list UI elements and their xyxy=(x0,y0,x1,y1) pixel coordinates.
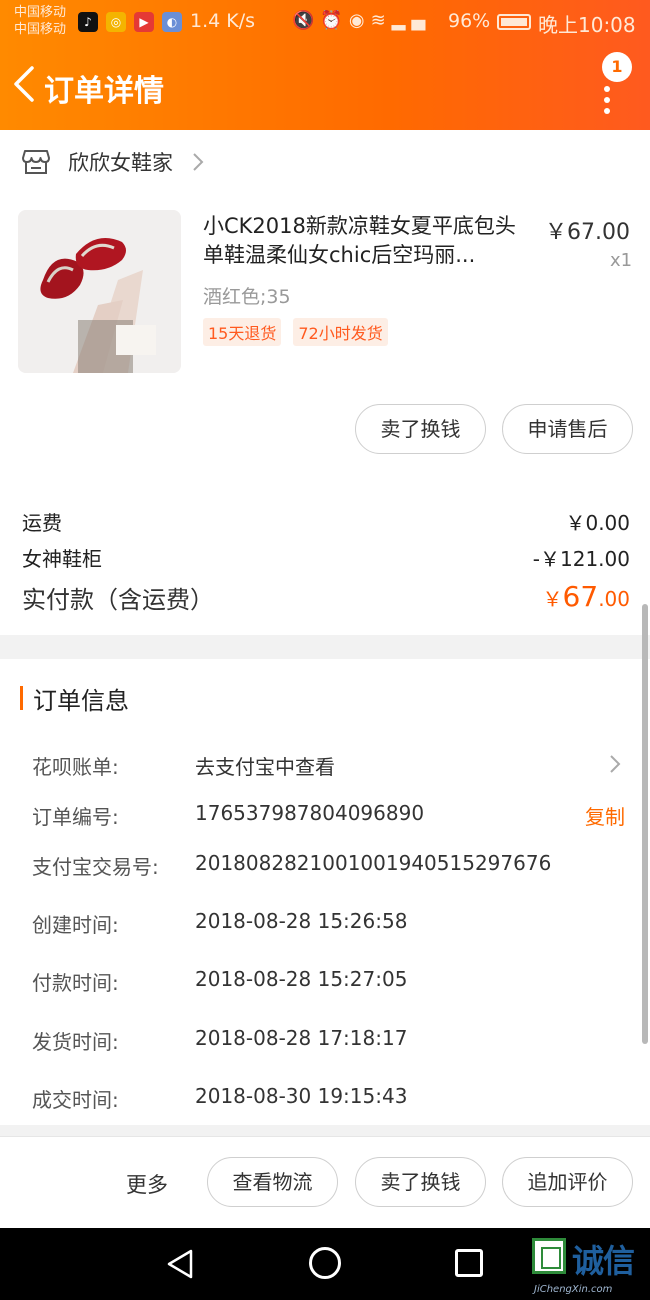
system-status-icons: 🔇⏰◉≋▂▄ xyxy=(292,10,431,31)
system-navigation-bar: 诚信 JiChengXin.com xyxy=(0,1228,650,1300)
order-item-card: 欣欣女鞋家 小CK2018新款凉鞋女夏平底包头单鞋温柔仙女chic后空玛丽...… xyxy=(0,130,650,635)
tiktok-icon: ♪ xyxy=(78,12,98,32)
chevron-right-icon[interactable] xyxy=(608,753,622,775)
mute-icon: 🔇 xyxy=(292,10,321,31)
system-home-icon[interactable] xyxy=(309,1247,341,1279)
info-label-alipay-no: 支付宝交易号: xyxy=(32,855,159,879)
status-bar: 中国移动 中国移动 ♪ ◎ ▶ ◐ 1.4 K/s 🔇⏰◉≋▂▄ 96% 晚上1… xyxy=(0,0,650,46)
system-recents-icon[interactable] xyxy=(455,1249,483,1277)
sell-button[interactable]: 卖了换钱 xyxy=(355,404,486,454)
bottom-action-bar: 更多 查看物流 卖了换钱 追加评价 xyxy=(0,1136,650,1228)
info-value-huabei[interactable]: 去支付宝中查看 xyxy=(195,751,335,780)
view-logistics-button[interactable]: 查看物流 xyxy=(207,1157,338,1207)
paid-currency: ￥ xyxy=(542,587,563,611)
app-icon: ◎ xyxy=(106,12,126,32)
network-speed: 1.4 K/s xyxy=(190,10,256,32)
paid-decimal: .00 xyxy=(598,587,630,611)
info-value-created: 2018-08-28 15:26:58 xyxy=(195,909,408,933)
more-button[interactable]: 更多 xyxy=(126,1169,168,1199)
carrier-1: 中国移动 xyxy=(14,5,67,20)
product-title[interactable]: 小CK2018新款凉鞋女夏平底包头单鞋温柔仙女chic后空玛丽... xyxy=(203,212,528,270)
alarm-icon: ⏰ xyxy=(320,10,349,31)
browser-icon: ◐ xyxy=(162,12,182,32)
product-price: ￥67.00 xyxy=(545,220,630,245)
watermark-text: 诚信 xyxy=(572,1242,635,1280)
section-accent-bar xyxy=(20,686,23,710)
message-badge[interactable]: 1 xyxy=(602,52,632,82)
shipping-row: 运费 ￥0.00 xyxy=(22,507,630,536)
battery-percent: 96% xyxy=(448,10,491,32)
store-icon xyxy=(22,150,50,174)
discount-label: 女神鞋柜 xyxy=(22,547,102,571)
info-label-huabei: 花呗账单: xyxy=(32,755,119,779)
shoe-photo xyxy=(18,210,181,373)
discount-row: 女神鞋柜 -￥121.00 xyxy=(22,543,630,572)
signal-icon: ▂▄ xyxy=(391,10,432,31)
paid-label: 实付款（含运费） xyxy=(22,586,214,614)
tag-shipping: 72小时发货 xyxy=(293,318,388,346)
header-background: 中国移动 中国移动 ♪ ◎ ▶ ◐ 1.4 K/s 🔇⏰◉≋▂▄ 96% 晚上1… xyxy=(0,0,650,130)
paid-amount: ￥67.00 xyxy=(543,580,630,615)
info-value-order-no: 176537987804096890 xyxy=(195,801,425,825)
add-review-button[interactable]: 追加评价 xyxy=(502,1157,633,1207)
shipping-label: 运费 xyxy=(22,511,62,535)
tag-return: 15天退货 xyxy=(203,318,282,346)
product-quantity: x1 xyxy=(610,250,633,271)
shop-name[interactable]: 欣欣女鞋家 xyxy=(68,147,173,177)
chevron-right-icon xyxy=(193,153,204,171)
product-sku: 酒红色;35 xyxy=(203,286,291,308)
section-title: 订单信息 xyxy=(33,686,129,715)
paid-row: 实付款（含运费） ￥67.00 xyxy=(22,580,630,615)
back-arrow-icon[interactable] xyxy=(10,64,40,104)
order-info-card: 订单信息 花呗账单: 去支付宝中查看 订单编号: 176537987804096… xyxy=(0,659,650,1125)
info-value-paid: 2018-08-28 15:27:05 xyxy=(195,967,408,991)
after-sale-button[interactable]: 申请售后 xyxy=(502,404,633,454)
watermark-url: JiChengXin.com xyxy=(534,1284,613,1295)
more-menu-icon[interactable] xyxy=(604,86,610,119)
info-label-order-no: 订单编号: xyxy=(32,805,119,829)
page-title: 订单详情 xyxy=(44,74,164,109)
discount-value: -￥121.00 xyxy=(532,547,630,571)
info-value-shipped: 2018-08-28 17:18:17 xyxy=(195,1026,408,1050)
info-label-created: 创建时间: xyxy=(32,913,119,937)
carrier-2: 中国移动 xyxy=(14,22,67,37)
shop-row[interactable]: 欣欣女鞋家 xyxy=(22,144,205,180)
watermark: 诚信 JiChengXin.com xyxy=(532,1236,650,1298)
wifi-icon: ≋ xyxy=(370,10,392,31)
battery-icon xyxy=(497,14,531,30)
info-value-completed: 2018-08-30 19:15:43 xyxy=(195,1084,408,1108)
info-label-paid: 付款时间: xyxy=(32,971,119,995)
service-tags: 15天退货 72小时发货 xyxy=(203,318,388,346)
info-label-completed: 成交时间: xyxy=(32,1088,119,1112)
carrier-info: 中国移动 中国移动 xyxy=(14,4,66,38)
video-app-icon: ▶ xyxy=(134,12,154,32)
info-value-alipay-no: 2018082821001001940515297676 xyxy=(195,851,552,875)
sell-button[interactable]: 卖了换钱 xyxy=(355,1157,486,1207)
navbar: 订单详情 xyxy=(0,48,650,130)
clock: 晚上10:08 xyxy=(538,13,636,37)
system-back-icon[interactable] xyxy=(165,1248,197,1280)
copy-button[interactable]: 复制 xyxy=(585,801,625,830)
section-header: 订单信息 xyxy=(20,685,129,715)
scrollbar[interactable] xyxy=(642,604,648,1044)
eye-icon: ◉ xyxy=(348,10,371,31)
paid-integer: 67 xyxy=(562,580,599,613)
notification-icons: ♪ ◎ ▶ ◐ xyxy=(78,12,182,32)
product-image[interactable] xyxy=(18,210,181,373)
watermark-logo xyxy=(532,1238,566,1274)
shipping-value: ￥0.00 xyxy=(565,511,630,535)
info-label-shipped: 发货时间: xyxy=(32,1030,119,1054)
